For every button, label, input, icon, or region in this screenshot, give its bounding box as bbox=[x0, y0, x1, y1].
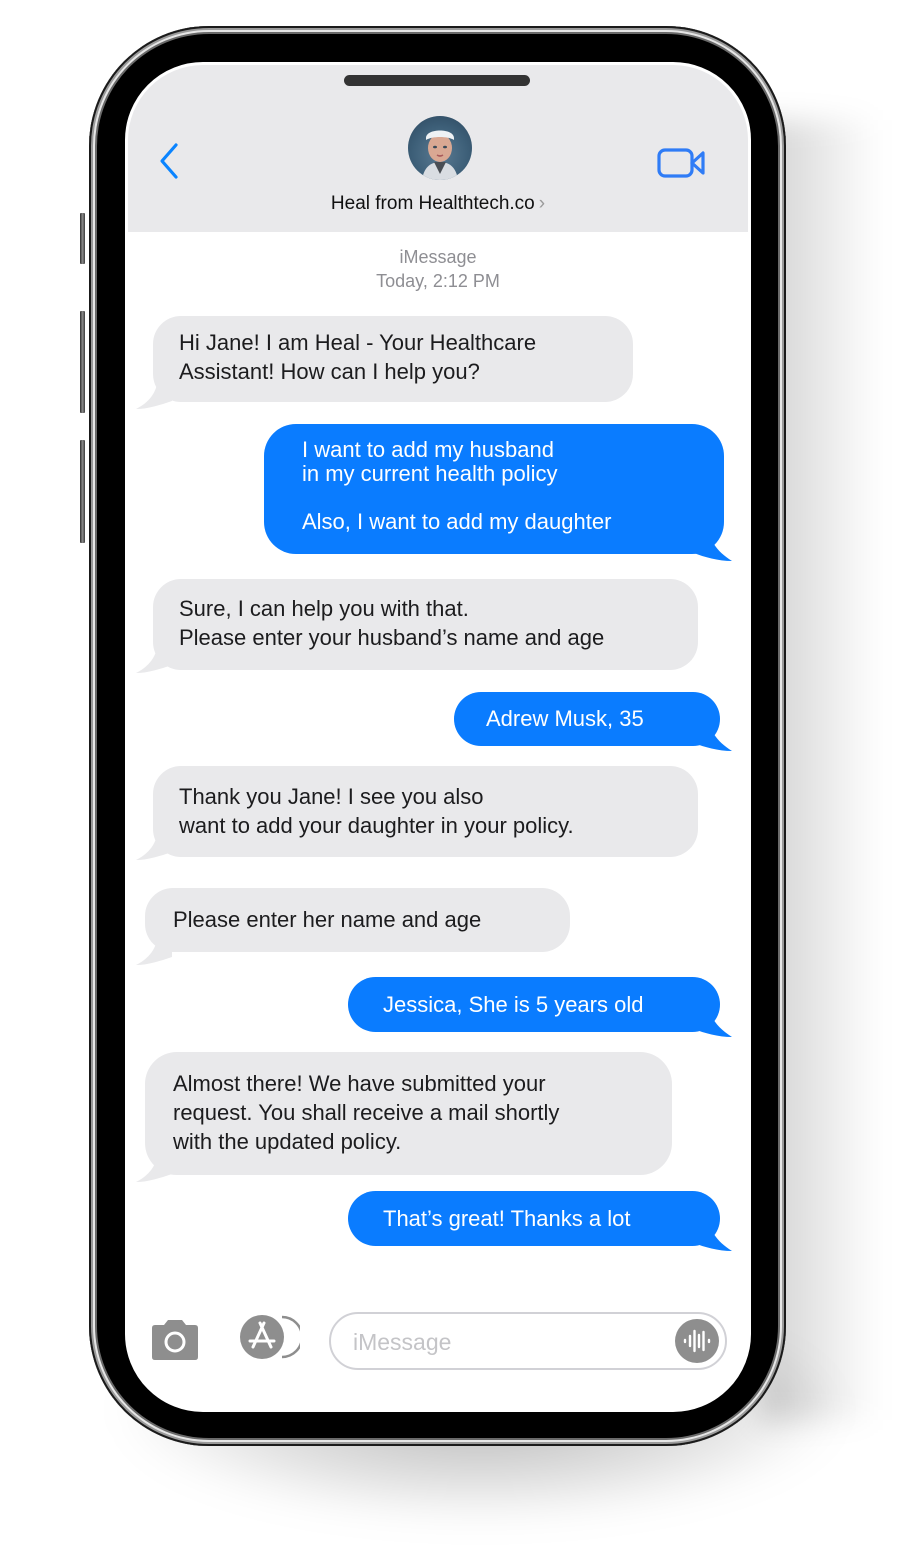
bubble-tail-outgoing bbox=[694, 523, 732, 561]
bubble-tail-incoming bbox=[136, 639, 172, 673]
phone-screen: Heal from Healthtech.co › iMessage Today,… bbox=[125, 62, 751, 1412]
message-bubble-outgoing[interactable]: Jessica, She is 5 years old bbox=[348, 977, 720, 1032]
message-text: Adrew Musk, 35 bbox=[486, 706, 644, 731]
bubble-tail-incoming bbox=[136, 1148, 172, 1182]
message-text: Thank you Jane! I see you also want to a… bbox=[179, 784, 574, 838]
bubble-tail-outgoing bbox=[694, 999, 732, 1037]
bubble-tail-outgoing bbox=[694, 713, 732, 751]
app-store-button[interactable] bbox=[238, 1313, 304, 1361]
chevron-left-icon bbox=[160, 143, 178, 179]
message-bubble-incoming[interactable]: Almost there! We have submitted your req… bbox=[145, 1052, 672, 1175]
contact-avatar[interactable] bbox=[408, 116, 472, 180]
contact-name: Heal from Healthtech.co bbox=[330, 193, 535, 214]
volume-up-button bbox=[80, 311, 85, 413]
message-composer[interactable] bbox=[329, 1312, 727, 1370]
service-label: iMessage bbox=[399, 247, 477, 267]
app-store-icon bbox=[240, 1315, 304, 1359]
chevron-right-icon: › bbox=[538, 193, 546, 214]
volume-down-button bbox=[80, 440, 85, 543]
bubble-tail-incoming bbox=[136, 931, 172, 965]
bubble-tail-incoming bbox=[136, 826, 172, 860]
message-text: I want to add my husband in my current h… bbox=[302, 437, 612, 534]
message-text: That’s great! Thanks a lot bbox=[383, 1206, 631, 1231]
message-bubble-incoming[interactable]: Thank you Jane! I see you also want to a… bbox=[153, 766, 698, 857]
dynamic-notch bbox=[344, 75, 530, 86]
message-bubble-outgoing[interactable]: I want to add my husband in my current h… bbox=[264, 424, 724, 554]
message-text: Sure, I can help you with that. Please e… bbox=[179, 596, 605, 650]
message-bubble-incoming[interactable]: Please enter her name and age bbox=[145, 888, 570, 952]
video-camera-icon bbox=[657, 148, 705, 178]
message-bubble-outgoing[interactable]: Adrew Musk, 35 bbox=[454, 692, 720, 746]
thread-timestamp: Today, 2:12 PM bbox=[376, 271, 500, 291]
message-text: Jessica, She is 5 years old bbox=[383, 992, 644, 1017]
bubble-tail-outgoing bbox=[694, 1213, 732, 1251]
message-text: Almost there! We have submitted your req… bbox=[173, 1071, 560, 1154]
conversation-header: Heal from Healthtech.co › bbox=[128, 65, 748, 232]
voice-message-button[interactable] bbox=[675, 1319, 719, 1363]
camera-icon bbox=[152, 1320, 198, 1360]
avatar-portrait-icon bbox=[422, 130, 458, 180]
back-button[interactable] bbox=[154, 139, 188, 183]
message-text: Hi Jane! I am Heal - Your Healthcare Ass… bbox=[179, 330, 537, 384]
message-bubble-incoming[interactable]: Sure, I can help you with that. Please e… bbox=[153, 579, 698, 670]
mute-switch bbox=[80, 213, 85, 264]
bubble-tail-incoming bbox=[136, 375, 172, 409]
message-bubble-incoming[interactable]: Hi Jane! I am Heal - Your Healthcare Ass… bbox=[153, 316, 633, 402]
message-bubble-outgoing[interactable]: That’s great! Thanks a lot bbox=[348, 1191, 720, 1246]
audio-waveform-icon bbox=[683, 1329, 711, 1353]
camera-button[interactable] bbox=[148, 1318, 202, 1362]
message-input[interactable] bbox=[351, 1322, 665, 1362]
message-text: Please enter her name and age bbox=[173, 907, 482, 932]
contact-name-button[interactable]: Heal from Healthtech.co › bbox=[128, 193, 748, 215]
facetime-video-button[interactable] bbox=[656, 145, 708, 181]
